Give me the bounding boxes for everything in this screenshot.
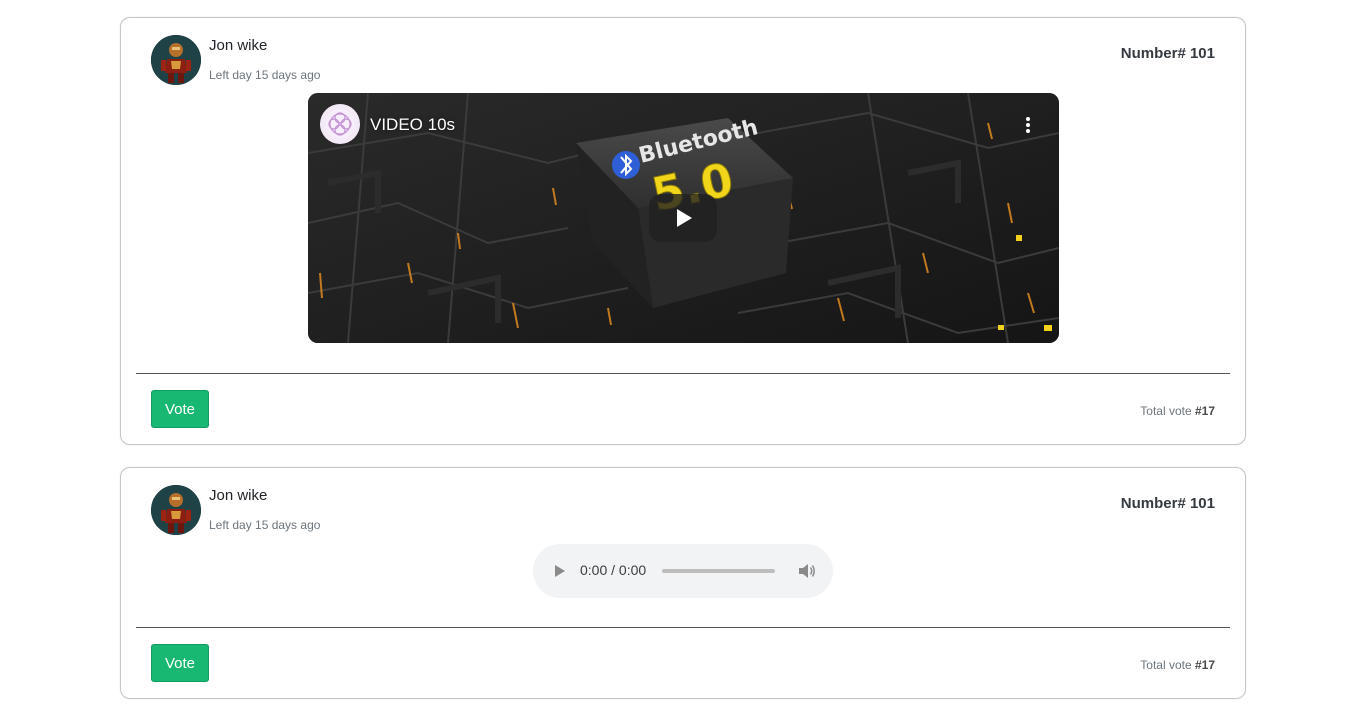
post-number: Number# 101 (1120, 495, 1215, 512)
more-options-icon[interactable] (1023, 115, 1033, 135)
channel-logo-icon[interactable] (320, 104, 360, 144)
play-icon[interactable] (553, 564, 567, 578)
divider (136, 627, 1230, 628)
avatar[interactable] (151, 35, 201, 85)
play-icon (677, 209, 692, 227)
post-number: Number# 101 (1120, 45, 1215, 62)
volume-icon[interactable] (797, 562, 817, 580)
vote-button[interactable]: Vote (151, 390, 209, 428)
author-name: Jon wike (209, 487, 268, 504)
audio-time: 0:00 / 0:00 (580, 562, 647, 578)
author-name: Jon wike (209, 37, 268, 54)
video-player[interactable]: Bluetooth 5.0 VIDEO 10s (308, 93, 1059, 343)
avatar-icon (151, 485, 201, 535)
total-vote-label: Total vote (1140, 658, 1195, 672)
total-vote-value: #17 (1194, 658, 1215, 672)
total-vote-label: Total vote (1140, 404, 1195, 418)
post-card: Jon wike Left day 15 days ago Number# 10… (120, 17, 1246, 445)
audio-player[interactable]: 0:00 / 0:00 (533, 544, 833, 598)
total-vote-value: #17 (1194, 404, 1215, 418)
vote-button[interactable]: Vote (151, 644, 209, 682)
avatar-icon (151, 35, 201, 85)
play-button[interactable] (649, 194, 717, 242)
post-time: Left day 15 days ago (209, 518, 321, 532)
total-vote: Total vote #17 (1140, 658, 1215, 672)
total-vote: Total vote #17 (1140, 404, 1215, 418)
post-card: Jon wike Left day 15 days ago Number# 10… (120, 467, 1246, 699)
avatar[interactable] (151, 485, 201, 535)
video-title[interactable]: VIDEO 10s (370, 115, 455, 135)
divider (136, 373, 1230, 374)
post-time: Left day 15 days ago (209, 68, 321, 82)
audio-progress-bar[interactable] (662, 569, 775, 573)
